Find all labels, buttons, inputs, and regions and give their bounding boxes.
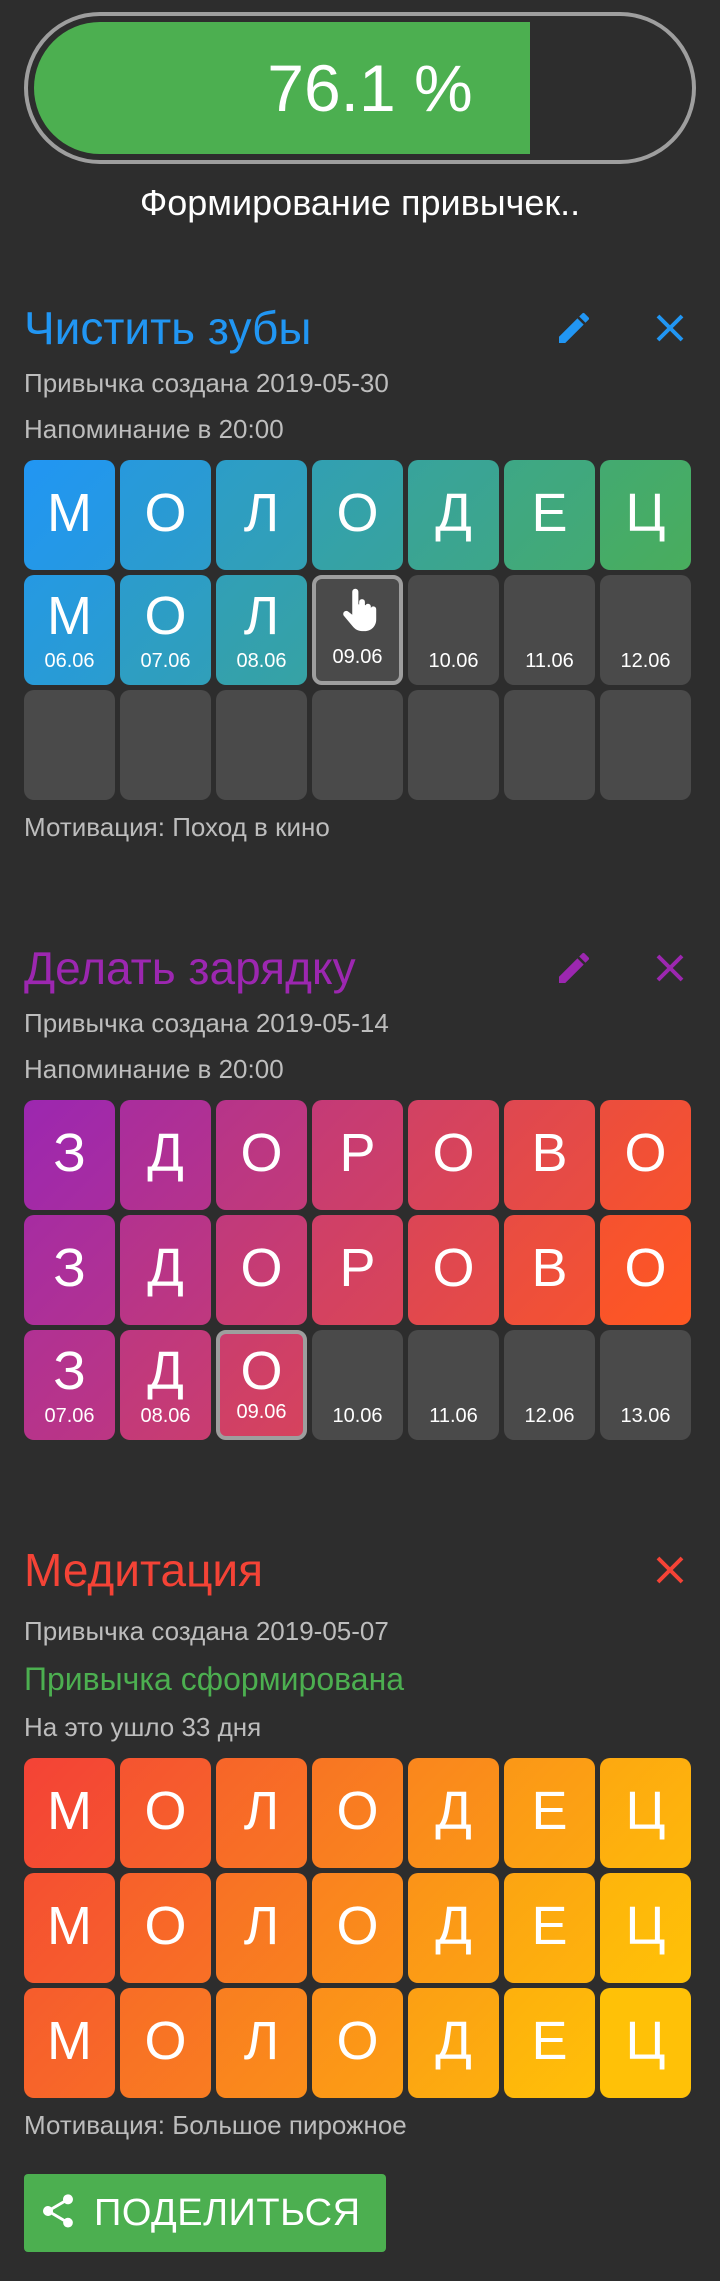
word-cell: Ц xyxy=(600,1758,691,1868)
word-cell: Е xyxy=(504,1758,595,1868)
word-cell: Д xyxy=(408,1988,499,2098)
today-cell[interactable]: 09.06 xyxy=(312,575,403,685)
word-cell: Ц xyxy=(600,460,691,570)
empty-cell xyxy=(312,690,403,800)
day-cell: 11.06 xyxy=(408,1330,499,1440)
word-cell: О xyxy=(120,1873,211,1983)
word-cell: Л xyxy=(216,1988,307,2098)
habit-created: Привычка создана 2019-05-07 xyxy=(24,1616,389,1646)
habit-reminder: Напоминание в 20:00 xyxy=(24,1054,284,1084)
word-cell: М xyxy=(24,1988,115,2098)
word-cell: З xyxy=(24,1215,115,1325)
day-cell: З 07.06 xyxy=(24,1330,115,1440)
close-icon[interactable] xyxy=(644,1544,696,1596)
habit-created: Привычка создана 2019-05-30 xyxy=(24,368,389,398)
edit-icon[interactable] xyxy=(548,942,600,994)
empty-cell xyxy=(504,690,595,800)
progress-percent: 76.1 % xyxy=(267,51,473,125)
habit-duration: На это ушло 33 дня xyxy=(24,1712,262,1742)
word-cell: Л xyxy=(216,1873,307,1983)
word-cell: Р xyxy=(312,1215,403,1325)
word-cell: Д xyxy=(408,1758,499,1868)
day-cell: 13.06 xyxy=(600,1330,691,1440)
empty-cell xyxy=(216,690,307,800)
word-cell: Е xyxy=(504,1873,595,1983)
word-cell: М xyxy=(24,1873,115,1983)
habit-motivation: Мотивация: Большое пирожное xyxy=(24,2110,407,2140)
word-cell: О xyxy=(408,1215,499,1325)
word-cell: О xyxy=(216,1215,307,1325)
habit-motivation: Мотивация: Поход в кино xyxy=(24,812,330,842)
word-cell: Л xyxy=(216,1758,307,1868)
word-cell: Ц xyxy=(600,1988,691,2098)
close-icon[interactable] xyxy=(644,302,696,354)
day-cell: Д 08.06 xyxy=(120,1330,211,1440)
empty-cell xyxy=(24,690,115,800)
word-cell: Е xyxy=(504,460,595,570)
word-cell: Е xyxy=(504,1988,595,2098)
close-icon[interactable] xyxy=(644,942,696,994)
habit-title: Медитация xyxy=(24,1544,264,1596)
progress-caption: Формирование привычек.. xyxy=(139,182,581,223)
today-cell[interactable]: О 09.06 xyxy=(216,1330,307,1440)
word-cell: Л xyxy=(216,460,307,570)
word-cell: О xyxy=(600,1215,691,1325)
word-cell: М xyxy=(24,1758,115,1868)
share-label: ПОДЕЛИТЬСЯ xyxy=(94,2191,361,2234)
word-cell: О xyxy=(312,1873,403,1983)
word-cell: О xyxy=(408,1100,499,1210)
word-cell: Д xyxy=(408,460,499,570)
word-cell: О xyxy=(312,1988,403,2098)
day-cell: 10.06 xyxy=(408,575,499,685)
habit-card-brush-teeth: Чистить зубы Привычка создана 2019-05-30… xyxy=(24,296,696,843)
word-cell: О xyxy=(120,1758,211,1868)
progress-bar: 76.1 % xyxy=(24,12,696,164)
word-cell: Д xyxy=(408,1873,499,1983)
day-cell: 11.06 xyxy=(504,575,595,685)
habit-reminder: Напоминание в 20:00 xyxy=(24,414,284,444)
day-cell: 12.06 xyxy=(600,575,691,685)
habit-grid: З Д О Р О В О З Д О Р О В О З 07.06 Д 08.0… xyxy=(24,1100,696,1440)
share-icon xyxy=(38,2191,78,2236)
word-cell: О xyxy=(312,460,403,570)
habit-grid: М О Л О Д Е Ц М О Л О Д Е Ц М О Л О Д Е … xyxy=(24,1758,696,2098)
share-button[interactable]: ПОДЕЛИТЬСЯ xyxy=(24,2174,386,2252)
word-cell: Д xyxy=(120,1215,211,1325)
empty-cell xyxy=(408,690,499,800)
word-cell: О xyxy=(120,460,211,570)
day-cell: 10.06 xyxy=(312,1330,403,1440)
word-cell: Ц xyxy=(600,1873,691,1983)
day-cell: 12.06 xyxy=(504,1330,595,1440)
word-cell: Д xyxy=(120,1100,211,1210)
word-cell: О xyxy=(600,1100,691,1210)
word-cell: О xyxy=(120,1988,211,2098)
tap-hand-icon xyxy=(335,584,381,649)
empty-cell xyxy=(600,690,691,800)
habit-card-exercise: Делать зарядку Привычка создана 2019-05-… xyxy=(24,936,696,1440)
day-cell: О 07.06 xyxy=(120,575,211,685)
word-cell: З xyxy=(24,1100,115,1210)
word-cell: О xyxy=(216,1100,307,1210)
word-cell: Р xyxy=(312,1100,403,1210)
habit-created: Привычка создана 2019-05-14 xyxy=(24,1008,389,1038)
edit-icon[interactable] xyxy=(548,302,600,354)
empty-cell xyxy=(120,690,211,800)
day-cell: Л 08.06 xyxy=(216,575,307,685)
word-cell: В xyxy=(504,1100,595,1210)
day-cell: М 06.06 xyxy=(24,575,115,685)
word-cell: М xyxy=(24,460,115,570)
word-cell: В xyxy=(504,1215,595,1325)
habit-formed-status: Привычка сформирована xyxy=(24,1661,405,1697)
word-cell: О xyxy=(312,1758,403,1868)
habit-grid: М О Л О Д Е Ц М 06.06 О 07.06 Л 08.06 09.06… xyxy=(24,460,696,800)
habit-card-meditation: Медитация Привычка создана 2019-05-07 Пр… xyxy=(24,1538,696,2141)
